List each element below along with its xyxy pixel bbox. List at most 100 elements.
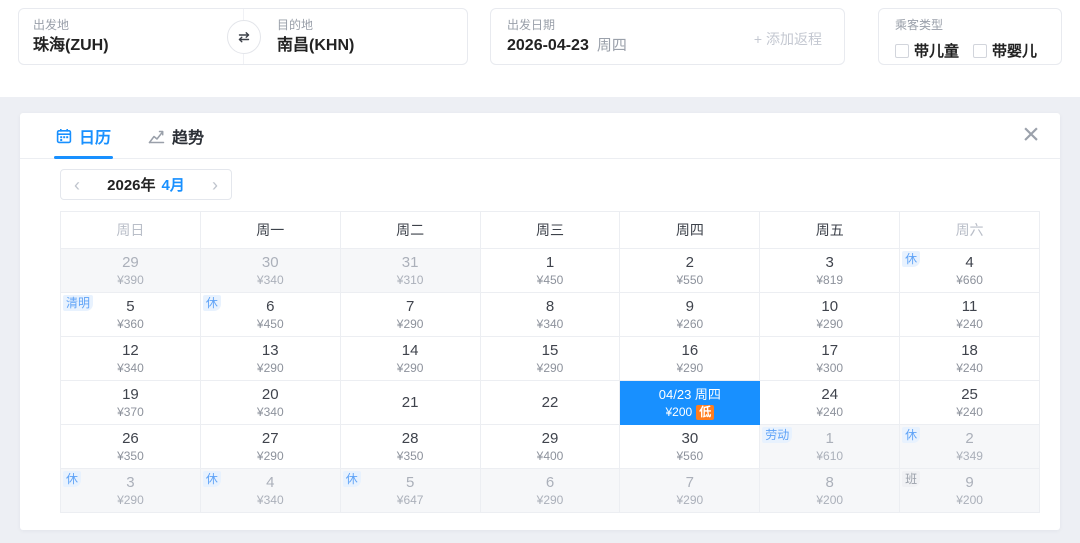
cell-price: ¥200 低 bbox=[665, 404, 715, 420]
calendar-cell[interactable]: 1 ¥450 bbox=[480, 249, 621, 293]
weekday-label: 周二 bbox=[340, 212, 481, 249]
cell-price: ¥340 bbox=[256, 405, 284, 419]
cell-price: ¥560 bbox=[676, 449, 704, 463]
calendar-cell[interactable]: 休 2 ¥349 bbox=[900, 425, 1040, 469]
cell-date: 15 bbox=[541, 342, 559, 359]
calendar-cell[interactable]: 22 bbox=[480, 381, 621, 425]
calendar-cell[interactable]: 休 5 ¥647 bbox=[340, 469, 481, 513]
calendar-cell[interactable]: 清明 5 ¥360 bbox=[61, 293, 201, 337]
tab-calendar[interactable]: 日历 bbox=[53, 113, 114, 159]
calendar-cell[interactable]: 13 ¥290 bbox=[200, 337, 341, 381]
calendar-cell[interactable]: 6 ¥290 bbox=[480, 469, 621, 513]
child-checkbox-label: 带儿童 bbox=[914, 43, 960, 60]
cell-date: 7 bbox=[405, 298, 415, 315]
calendar-cell[interactable]: 19 ¥370 bbox=[61, 381, 201, 425]
calendar-cell[interactable]: 25 ¥240 bbox=[900, 381, 1040, 425]
calendar-cell[interactable]: 8 ¥340 bbox=[480, 293, 621, 337]
calendar-cell[interactable]: 16 ¥290 bbox=[620, 337, 761, 381]
infant-checkbox[interactable]: 带婴儿 bbox=[973, 40, 1037, 61]
cell-date: 5 bbox=[126, 298, 135, 315]
holiday-badge: 劳动 bbox=[762, 427, 793, 443]
calendar-cell[interactable]: 30 ¥340 bbox=[200, 249, 341, 293]
calendar-cell[interactable]: 10 ¥290 bbox=[760, 293, 901, 337]
calendar-cell[interactable]: 7 ¥290 bbox=[620, 469, 761, 513]
calendar-cell[interactable]: 18 ¥240 bbox=[900, 337, 1040, 381]
calendar-cell[interactable]: 休 6 ¥450 bbox=[200, 293, 341, 337]
cell-date: 4 bbox=[266, 474, 275, 491]
checkbox-icon bbox=[895, 43, 909, 58]
calendar-cell[interactable]: 31 ¥310 bbox=[340, 249, 481, 293]
cell-price: ¥450 bbox=[256, 317, 284, 331]
holiday-badge: 休 bbox=[202, 471, 221, 487]
search-bar: 出发地 珠海(ZUH) 目的地 南昌(KHN) 出发日期 2026-04-23 周… bbox=[0, 0, 1080, 97]
cell-price: ¥260 bbox=[676, 317, 704, 331]
cell-date: 11 bbox=[961, 298, 978, 315]
cell-date: 2 bbox=[685, 254, 695, 271]
calendar-cell-selected[interactable]: 04/23 周四 ¥200 低 bbox=[620, 381, 761, 425]
calendar-cell[interactable]: 11 ¥240 bbox=[900, 293, 1040, 337]
low-price-tag: 低 bbox=[696, 404, 715, 420]
calendar-cell[interactable]: 7 ¥290 bbox=[340, 293, 481, 337]
swap-button[interactable] bbox=[227, 20, 261, 54]
destination-field[interactable]: 目的地 南昌(KHN) bbox=[277, 18, 354, 57]
calendar-cell[interactable]: 8 ¥200 bbox=[760, 469, 901, 513]
calendar-cell[interactable]: 15 ¥290 bbox=[480, 337, 621, 381]
calendar-cell[interactable]: 17 ¥300 bbox=[760, 337, 901, 381]
cell-price: ¥610 bbox=[816, 449, 844, 463]
cell-date: 21 bbox=[401, 393, 419, 411]
calendar-cell[interactable]: 劳动 1 ¥610 bbox=[760, 425, 901, 469]
cell-price: ¥200 bbox=[816, 493, 844, 507]
destination-value: 南昌(KHN) bbox=[277, 37, 355, 54]
calendar-cell[interactable]: 9 ¥260 bbox=[620, 293, 761, 337]
calendar-cell[interactable]: 2 ¥550 bbox=[620, 249, 761, 293]
calendar-cell[interactable]: 30 ¥560 bbox=[620, 425, 761, 469]
cell-price: ¥240 bbox=[956, 361, 983, 375]
cell-price: ¥290 bbox=[816, 317, 844, 331]
calendar-cell[interactable]: 班 9 ¥200 bbox=[900, 469, 1040, 513]
weekday-label: 周日 bbox=[61, 212, 201, 249]
calendar-cell[interactable]: 26 ¥350 bbox=[61, 425, 201, 469]
depart-date-field[interactable]: 出发日期 2026-04-23 周四 bbox=[507, 18, 627, 57]
cell-price: ¥310 bbox=[396, 273, 424, 287]
calendar-cell[interactable]: 14 ¥290 bbox=[340, 337, 481, 381]
cell-date: 12 bbox=[122, 342, 139, 359]
origin-field[interactable]: 出发地 珠海(ZUH) bbox=[33, 18, 109, 57]
calendar-cell[interactable]: 休 4 ¥660 bbox=[900, 249, 1040, 293]
cell-date: 19 bbox=[122, 386, 139, 403]
cell-price: ¥290 bbox=[117, 493, 144, 507]
calendar-cell[interactable]: 20 ¥340 bbox=[200, 381, 341, 425]
calendar-cell[interactable]: 休 4 ¥340 bbox=[200, 469, 341, 513]
origin-value: 珠海(ZUH) bbox=[33, 37, 109, 54]
cell-price: ¥647 bbox=[396, 493, 424, 507]
cell-price: ¥400 bbox=[536, 449, 564, 463]
cell-price: ¥360 bbox=[117, 317, 144, 331]
weekday-row: 周日 周一 周二 周三 周四 周五 周六 bbox=[61, 212, 1040, 249]
year-text: 2026年 bbox=[107, 177, 156, 194]
cell-date: 8 bbox=[545, 298, 555, 315]
child-checkbox[interactable]: 带儿童 bbox=[895, 40, 959, 61]
tab-trend[interactable]: 趋势 bbox=[148, 113, 204, 159]
add-return-button[interactable]: + 添加返程 bbox=[754, 29, 822, 49]
prev-month-button[interactable]: ‹ bbox=[74, 176, 80, 194]
calendar-cell[interactable]: 27 ¥290 bbox=[200, 425, 341, 469]
cell-date: 7 bbox=[685, 474, 695, 491]
holiday-badge: 休 bbox=[902, 251, 921, 267]
holiday-badge: 休 bbox=[202, 295, 221, 311]
weekday-label: 周三 bbox=[480, 212, 621, 249]
month-nav: ‹ 2026年 4月 › bbox=[60, 169, 232, 200]
calendar-cell[interactable]: 24 ¥240 bbox=[760, 381, 901, 425]
cell-price: ¥200 bbox=[956, 493, 983, 507]
calendar-cell[interactable]: 21 bbox=[340, 381, 481, 425]
calendar-cell[interactable]: 3 ¥819 bbox=[760, 249, 901, 293]
close-icon[interactable]: × bbox=[1014, 118, 1048, 152]
calendar-cell[interactable]: 29 ¥390 bbox=[61, 249, 201, 293]
calendar-cell[interactable]: 29 ¥400 bbox=[480, 425, 621, 469]
swap-arrows-icon bbox=[238, 32, 250, 43]
calendar-cell[interactable]: 12 ¥340 bbox=[61, 337, 201, 381]
calendar-cell[interactable]: 28 ¥350 bbox=[340, 425, 481, 469]
cell-date: 6 bbox=[545, 474, 555, 491]
cell-date: 29 bbox=[122, 254, 139, 271]
cell-date: 6 bbox=[266, 298, 275, 315]
next-month-button[interactable]: › bbox=[212, 176, 218, 194]
calendar-cell[interactable]: 休 3 ¥290 bbox=[61, 469, 201, 513]
